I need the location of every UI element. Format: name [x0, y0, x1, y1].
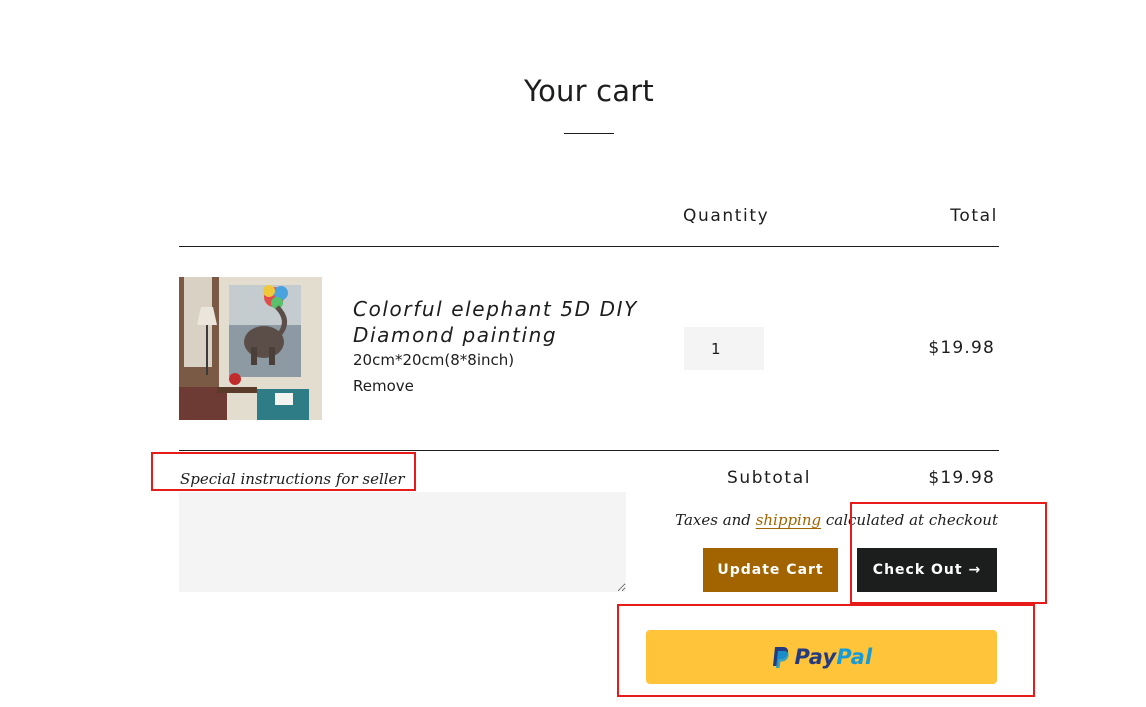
tax-note-prefix: Taxes and: [675, 511, 751, 529]
shipping-link[interactable]: shipping: [756, 511, 821, 529]
line-total: $19.98: [928, 338, 995, 358]
highlight-box-paypal: [617, 604, 1035, 697]
update-cart-button[interactable]: Update Cart: [703, 548, 838, 592]
total-column-header: Total: [950, 206, 998, 226]
subtotal-value: $19.98: [928, 468, 995, 488]
quantity-input[interactable]: [684, 327, 764, 370]
quantity-column-header: Quantity: [683, 206, 770, 226]
special-instructions-textarea[interactable]: [179, 492, 626, 592]
product-variant: 20cm*20cm(8*8inch): [353, 351, 515, 369]
product-thumbnail[interactable]: [179, 277, 322, 420]
highlight-box-checkout: [850, 502, 1047, 604]
page-title: Your cart: [524, 74, 654, 108]
title-divider: [564, 133, 614, 134]
product-title-link[interactable]: Colorful elephant 5D DIY Diamond paintin…: [353, 296, 663, 348]
header-divider: [179, 246, 999, 247]
remove-item-link[interactable]: Remove: [353, 377, 414, 395]
subtotal-label: Subtotal: [727, 468, 812, 488]
items-divider: [179, 450, 999, 451]
product-image: [179, 277, 322, 420]
highlight-box-instructions: [151, 452, 416, 491]
